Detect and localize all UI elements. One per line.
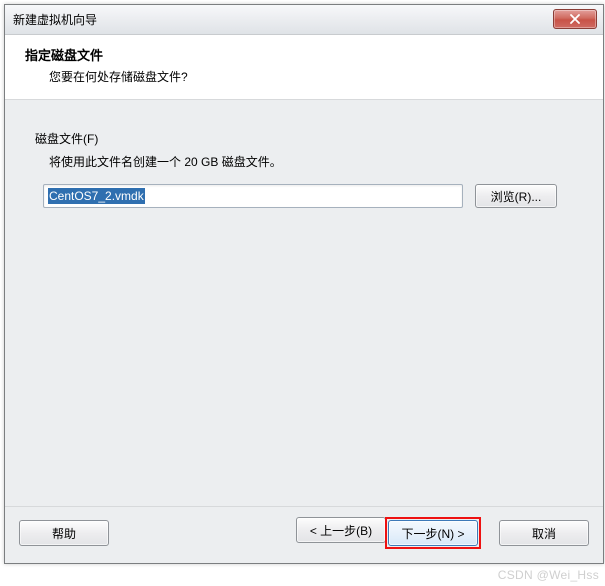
close-button[interactable] <box>553 9 597 29</box>
page-title: 指定磁盘文件 <box>25 45 583 64</box>
disk-file-input-wrap: CentOS7_2.vmdk <box>43 184 463 208</box>
back-button[interactable]: < 上一步(B) <box>296 517 386 543</box>
disk-file-section-label: 磁盘文件(F) <box>35 130 573 147</box>
watermark: CSDN @Wei_Hss <box>498 568 599 582</box>
nav-button-group: < 上一步(B) 下一步(N) > <box>296 517 481 549</box>
close-icon <box>569 14 581 24</box>
next-button-highlight: 下一步(N) > <box>385 517 481 549</box>
title-bar: 新建虚拟机向导 <box>5 5 603 35</box>
cancel-button[interactable]: 取消 <box>499 520 589 546</box>
disk-file-input[interactable] <box>43 184 463 208</box>
wizard-dialog: 新建虚拟机向导 指定磁盘文件 您要在何处存储磁盘文件? 磁盘文件(F) 将使用此… <box>4 4 604 564</box>
wizard-header: 指定磁盘文件 您要在何处存储磁盘文件? <box>5 35 603 100</box>
next-button[interactable]: 下一步(N) > <box>388 520 478 546</box>
help-button[interactable]: 帮助 <box>19 520 109 546</box>
disk-file-description: 将使用此文件名创建一个 20 GB 磁盘文件。 <box>49 153 573 170</box>
disk-file-row: CentOS7_2.vmdk 浏览(R)... <box>43 184 573 208</box>
browse-button[interactable]: 浏览(R)... <box>475 184 557 208</box>
wizard-footer: 帮助 < 上一步(B) 下一步(N) > 取消 <box>5 506 603 563</box>
window-title: 新建虚拟机向导 <box>13 11 97 28</box>
page-subtitle: 您要在何处存储磁盘文件? <box>49 68 583 85</box>
wizard-content: 磁盘文件(F) 将使用此文件名创建一个 20 GB 磁盘文件。 CentOS7_… <box>5 100 603 506</box>
